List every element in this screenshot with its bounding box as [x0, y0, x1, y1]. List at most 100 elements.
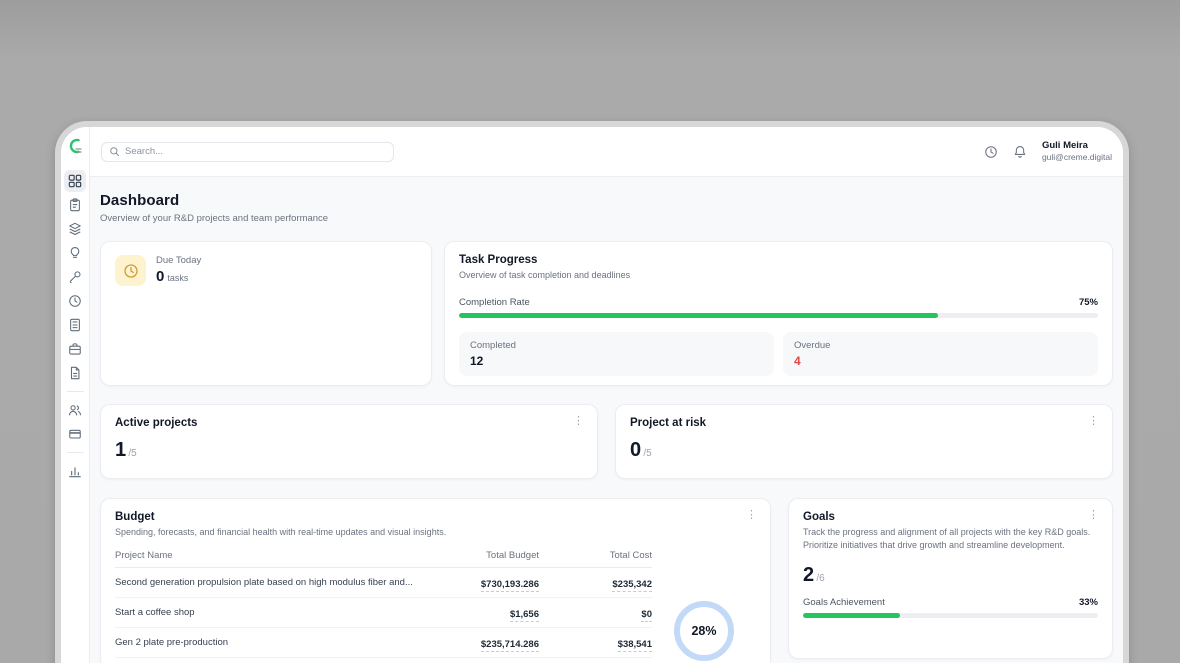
budget-table-row[interactable]: Start a coffee shop $1,656 $0	[115, 598, 652, 628]
task-progress-title: Task Progress	[459, 254, 1098, 266]
total-cost-value[interactable]: $0	[641, 609, 652, 622]
total-budget-value[interactable]: $235,714.286	[481, 639, 539, 652]
budget-table: Project Name Total Budget Total Cost Sec…	[115, 550, 652, 663]
sidebar-item-billing[interactable]	[64, 423, 86, 445]
sidebar-divider	[67, 391, 84, 392]
sidebar-item-tasks[interactable]	[64, 194, 86, 216]
search-icon	[109, 146, 120, 157]
topbar: Guli Meira guli@creme.digital	[90, 127, 1123, 177]
dashboard-grid-icon	[68, 174, 82, 188]
overdue-label: Overdue	[794, 340, 1087, 351]
budget-title: Budget	[115, 511, 756, 523]
goals-title: Goals	[803, 511, 1098, 523]
bar-chart-icon	[68, 464, 82, 478]
calculator-icon	[68, 318, 82, 332]
project-at-risk-total: /5	[643, 448, 651, 459]
completion-rate-label: Completion Rate	[459, 297, 530, 308]
sidebar-item-calculator[interactable]	[64, 314, 86, 336]
project-at-risk-card: Project at risk ⋮ 0 /5	[615, 404, 1113, 479]
task-progress-subtitle: Overview of task completion and deadline…	[459, 269, 1098, 282]
sidebar-item-portfolio[interactable]	[64, 338, 86, 360]
due-today-unit: tasks	[167, 273, 188, 283]
search-box[interactable]	[101, 142, 394, 162]
active-projects-total: /5	[128, 448, 136, 459]
goals-achievement-value: 33%	[1079, 597, 1098, 608]
total-budget-value[interactable]: $730,193.286	[481, 579, 539, 592]
lightbulb-icon	[68, 246, 82, 260]
sidebar-item-team[interactable]	[64, 399, 86, 421]
budget-usage-value: 28%	[691, 624, 716, 638]
due-today-value: 0	[156, 268, 164, 285]
sidebar-item-dashboard[interactable]	[64, 170, 86, 192]
budget-table-row[interactable]: Gen 2 plate pre-production $235,714.286 …	[115, 628, 652, 658]
search-input[interactable]	[125, 146, 386, 157]
goals-card: Goals ⋮ Track the progress and alignment…	[788, 498, 1113, 659]
completion-rate-value: 75%	[1079, 297, 1098, 308]
page-subtitle: Overview of your R&D projects and team p…	[100, 213, 1113, 224]
project-at-risk-menu-icon[interactable]: ⋮	[1086, 414, 1101, 429]
total-cost-value[interactable]: $38,541	[618, 639, 652, 652]
app-window: V1.0	[61, 127, 1123, 663]
active-projects-menu-icon[interactable]: ⋮	[571, 414, 586, 429]
project-name: Gen 2 plate pre-production	[115, 637, 426, 648]
overdue-tasks-box: Overdue 4	[783, 332, 1098, 376]
sidebar-item-tools[interactable]	[64, 266, 86, 288]
goals-value: 2	[803, 564, 814, 587]
briefcase-icon	[68, 342, 82, 356]
completed-tasks-box: Completed 12	[459, 332, 774, 376]
sidebar-item-time[interactable]	[64, 290, 86, 312]
wrench-icon	[68, 270, 82, 284]
due-today-card[interactable]: Due Today 0tasks	[100, 241, 432, 386]
page-content: Dashboard Overview of your R&D projects …	[90, 177, 1123, 663]
sidebar-item-analytics[interactable]	[64, 460, 86, 482]
notifications-bell-icon[interactable]	[1013, 145, 1027, 159]
task-progress-card: Task Progress Overview of task completio…	[444, 241, 1113, 386]
sidebar-item-projects[interactable]	[64, 218, 86, 240]
goals-total: /6	[816, 573, 824, 584]
project-name: Start a coffee shop	[115, 607, 426, 618]
layers-icon	[68, 222, 82, 236]
budget-table-row[interactable]: Second generation propulsion plate based…	[115, 568, 652, 598]
document-icon	[68, 366, 82, 380]
total-cost-value[interactable]: $235,342	[612, 579, 652, 592]
sidebar-divider	[67, 452, 84, 453]
total-budget-value[interactable]: $1,656	[510, 609, 539, 622]
clipboard-icon	[68, 198, 82, 212]
project-at-risk-value: 0	[630, 439, 641, 462]
due-today-label: Due Today	[156, 255, 201, 266]
credit-card-icon	[68, 427, 82, 441]
sidebar-item-ideas[interactable]	[64, 242, 86, 264]
due-today-clock-icon	[115, 255, 146, 286]
goals-subtitle: Track the progress and alignment of all …	[803, 526, 1093, 552]
active-projects-title: Active projects	[115, 417, 583, 429]
project-name: Second generation propulsion plate based…	[115, 577, 426, 588]
active-projects-card: Active projects ⋮ 1 /5	[100, 404, 598, 479]
user-name: Guli Meira	[1042, 140, 1112, 152]
goals-achievement-bar-fill	[803, 613, 900, 618]
overdue-value: 4	[794, 354, 1087, 368]
completion-rate-bar	[459, 313, 1098, 318]
completion-rate-bar-fill	[459, 313, 938, 318]
user-menu[interactable]: Guli Meira guli@creme.digital	[1042, 140, 1112, 163]
budget-menu-icon[interactable]: ⋮	[744, 508, 759, 523]
budget-subtitle: Spending, forecasts, and financial healt…	[115, 526, 756, 539]
clock-icon	[68, 294, 82, 308]
budget-usage-gauge: 28%	[674, 601, 734, 661]
column-total-budget: Total Budget	[426, 550, 539, 561]
completed-value: 12	[470, 354, 763, 368]
sidebar-item-documents[interactable]	[64, 362, 86, 384]
budget-card: Budget ⋮ Spending, forecasts, and financ…	[100, 498, 771, 663]
main-area: Guli Meira guli@creme.digital Dashboard …	[90, 127, 1123, 663]
users-icon	[68, 403, 82, 417]
history-clock-icon[interactable]	[984, 145, 998, 159]
page-title: Dashboard	[100, 192, 1113, 209]
budget-table-row[interactable]: Creighton Beryllium mine project $0 $0	[115, 658, 652, 663]
budget-table-header: Project Name Total Budget Total Cost	[115, 550, 652, 568]
goals-achievement-label: Goals Achievement	[803, 597, 885, 608]
goals-menu-icon[interactable]: ⋮	[1086, 508, 1101, 523]
active-projects-value: 1	[115, 439, 126, 462]
column-project-name: Project Name	[115, 550, 426, 561]
column-total-cost: Total Cost	[539, 550, 652, 561]
device-frame: V1.0	[55, 121, 1129, 663]
app-logo-icon	[66, 137, 84, 160]
